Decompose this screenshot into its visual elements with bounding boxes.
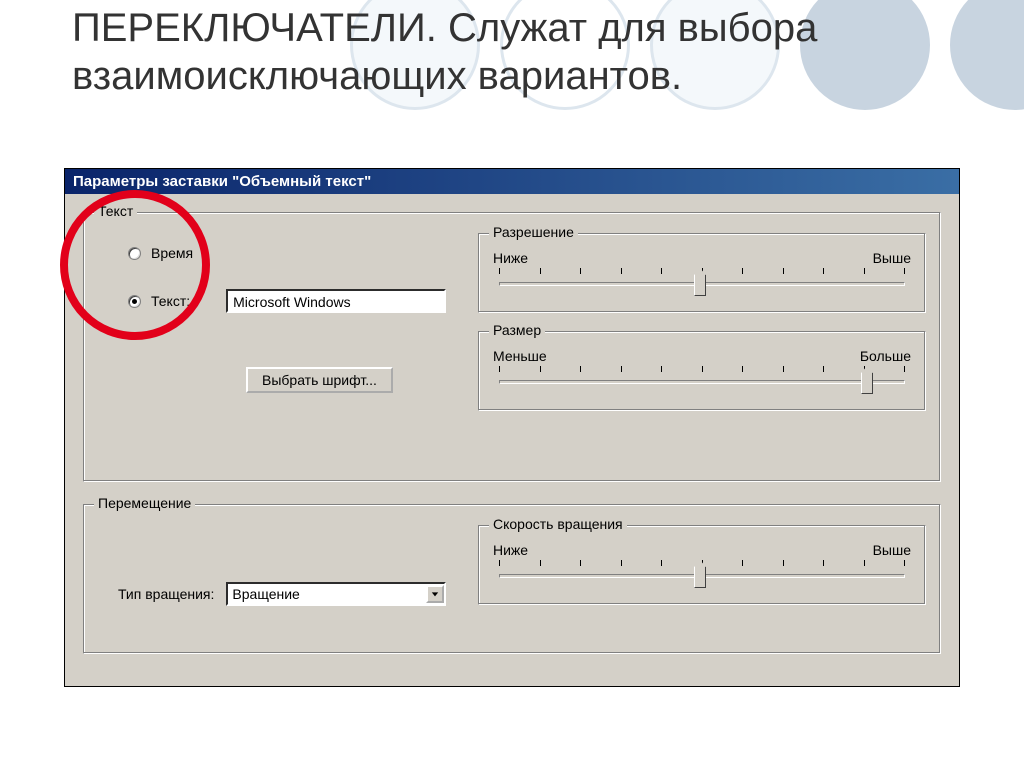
groupbox-movement: Перемещение Тип вращения: Вращение Скоро… xyxy=(83,504,941,654)
slider-speed: Скорость вращения Ниже Выше xyxy=(478,525,926,605)
text-input[interactable]: Microsoft Windows xyxy=(226,289,446,313)
groupbox-movement-legend: Перемещение xyxy=(94,495,195,511)
slider-size-thumb[interactable] xyxy=(861,372,873,394)
radio-text-label: Текст: xyxy=(151,293,190,309)
dialog-window: Параметры заставки "Объемный текст" Текс… xyxy=(64,168,960,687)
slider-size-track[interactable] xyxy=(493,366,911,400)
slider-resolution-thumb[interactable] xyxy=(694,274,706,296)
slider-size-low: Меньше xyxy=(493,348,547,364)
rotation-type-value: Вращение xyxy=(232,586,299,602)
radio-text[interactable] xyxy=(128,295,141,308)
slider-resolution-legend: Разрешение xyxy=(489,224,578,240)
rotation-type-label: Тип вращения: xyxy=(118,586,214,602)
radio-time-label: Время xyxy=(151,245,193,261)
dialog-titlebar[interactable]: Параметры заставки "Объемный текст" xyxy=(65,169,959,194)
slider-speed-legend: Скорость вращения xyxy=(489,516,627,532)
slider-resolution-high: Выше xyxy=(873,250,911,266)
slider-speed-high: Выше xyxy=(873,542,911,558)
groupbox-text: Текст Время Текст: Microsoft Windows Выб… xyxy=(83,212,941,482)
groupbox-text-legend: Текст xyxy=(94,203,137,219)
slider-resolution: Разрешение Ниже Выше xyxy=(478,233,926,313)
slider-size: Размер Меньше Больше xyxy=(478,331,926,411)
rotation-type-select[interactable]: Вращение xyxy=(226,582,446,606)
slider-size-legend: Размер xyxy=(489,322,545,338)
slider-speed-low: Ниже xyxy=(493,542,528,558)
slider-speed-track[interactable] xyxy=(493,560,911,594)
slider-speed-thumb[interactable] xyxy=(694,566,706,588)
slide-title: ПЕРЕКЛЮЧАТЕЛИ. Служат для выбора взаимои… xyxy=(0,0,1024,100)
dropdown-arrow-icon[interactable] xyxy=(426,585,444,603)
slider-resolution-track[interactable] xyxy=(493,268,911,302)
radio-time[interactable] xyxy=(128,247,141,260)
slider-size-high: Больше xyxy=(860,348,911,364)
choose-font-button[interactable]: Выбрать шрифт... xyxy=(246,367,393,393)
slider-resolution-low: Ниже xyxy=(493,250,528,266)
